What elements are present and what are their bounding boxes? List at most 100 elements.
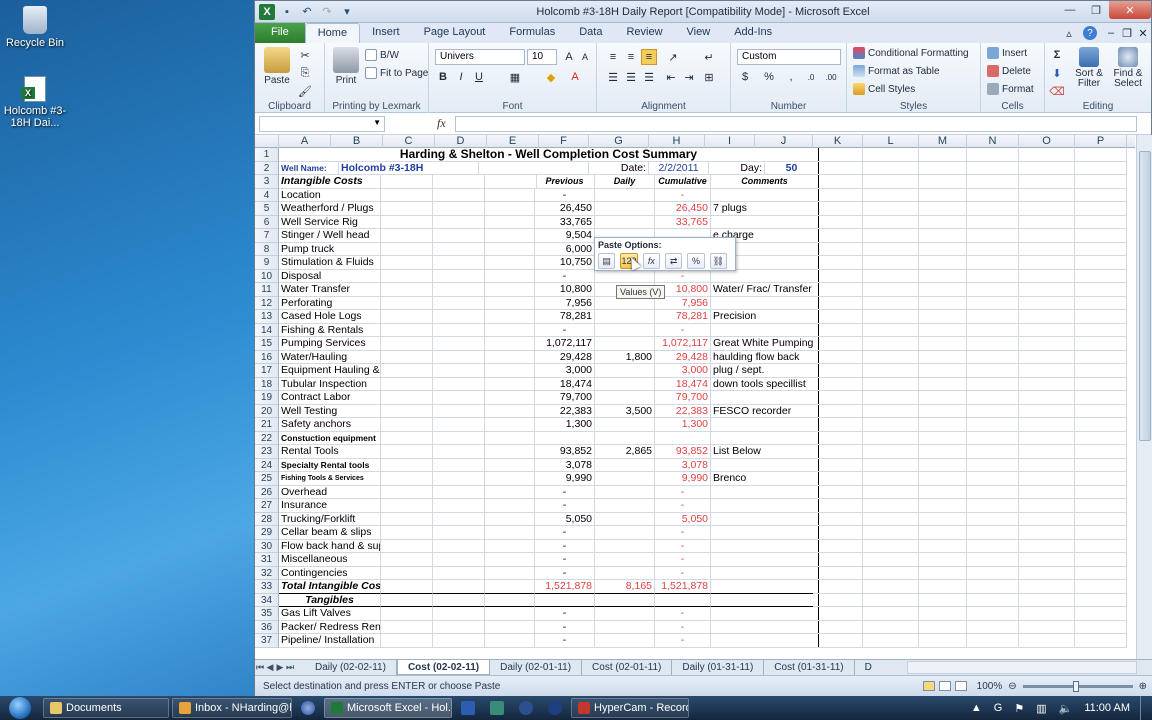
cost-item-label[interactable]: Miscellaneous	[279, 553, 381, 567]
cost-item-label[interactable]: Stimulation & Fluids	[279, 256, 381, 270]
sort-filter-button[interactable]: Sort & Filter	[1071, 47, 1107, 89]
format-cells-button[interactable]: Format	[987, 83, 1034, 95]
cell[interactable]	[485, 458, 535, 472]
cost-item-label[interactable]: Water/Hauling	[279, 350, 381, 364]
comma-style-icon[interactable]: ,	[783, 69, 799, 85]
comment-value[interactable]	[711, 458, 819, 472]
header-cumulative[interactable]: Cumulative	[655, 175, 711, 189]
cell[interactable]	[433, 620, 485, 634]
cell[interactable]	[919, 485, 967, 499]
cell[interactable]	[1019, 256, 1075, 270]
cell[interactable]	[433, 404, 485, 418]
cumulative-value[interactable]: -	[655, 634, 711, 648]
taskbar-app-3[interactable]	[542, 698, 568, 718]
cell[interactable]	[433, 553, 485, 567]
taskbar-word[interactable]	[455, 698, 481, 718]
cell[interactable]	[485, 202, 535, 216]
row-header[interactable]: 28	[255, 512, 279, 526]
cell[interactable]	[433, 215, 485, 229]
cell[interactable]	[863, 242, 919, 256]
previous-value[interactable]: -	[535, 188, 595, 202]
header-daily[interactable]: Daily	[595, 175, 655, 189]
decrease-indent-icon[interactable]: ⇤	[663, 69, 679, 85]
cell[interactable]	[813, 188, 863, 202]
row-header[interactable]: 16	[255, 350, 279, 364]
taskbar-documents[interactable]: Documents	[43, 698, 169, 718]
cell[interactable]	[967, 458, 1019, 472]
sheet-tab-cost-01-31-11[interactable]: Cost (01-31-11)	[764, 660, 855, 675]
cell[interactable]	[1075, 634, 1127, 648]
cell[interactable]	[863, 512, 919, 526]
cell[interactable]	[967, 593, 1019, 607]
cell[interactable]	[1019, 458, 1075, 472]
cell[interactable]	[433, 269, 485, 283]
italic-icon[interactable]: I	[453, 69, 469, 85]
cell[interactable]	[433, 593, 485, 607]
row-header[interactable]: 3	[255, 175, 279, 189]
cell[interactable]	[863, 188, 919, 202]
previous-value[interactable]: 29,428	[535, 350, 595, 364]
day-value[interactable]: 50	[765, 161, 819, 175]
header-intangible-costs[interactable]: Intangible Costs	[279, 175, 381, 189]
row-header[interactable]: 30	[255, 539, 279, 553]
cell[interactable]	[1075, 242, 1127, 256]
cell[interactable]	[1019, 607, 1075, 621]
cell[interactable]	[813, 283, 863, 297]
cell[interactable]	[1019, 350, 1075, 364]
cell[interactable]	[919, 215, 967, 229]
cell[interactable]	[1019, 269, 1075, 283]
cell[interactable]	[433, 634, 485, 648]
bw-checkbox[interactable]: B/W	[365, 49, 399, 61]
cell[interactable]	[433, 229, 485, 243]
cell[interactable]	[863, 620, 919, 634]
paste-formatting-icon[interactable]: %	[687, 253, 705, 269]
cell[interactable]	[919, 553, 967, 567]
cell[interactable]	[919, 526, 967, 540]
cell[interactable]	[967, 526, 1019, 540]
cell[interactable]	[919, 391, 967, 405]
cell[interactable]	[1075, 215, 1127, 229]
find-select-button[interactable]: Find & Select	[1109, 47, 1147, 89]
daily-value[interactable]	[595, 391, 655, 405]
comment-value[interactable]	[711, 188, 819, 202]
cell[interactable]	[863, 269, 919, 283]
copy-icon[interactable]: ⎘	[297, 65, 313, 81]
cell[interactable]	[485, 418, 535, 432]
cell[interactable]	[485, 580, 535, 594]
cell[interactable]	[813, 445, 863, 459]
bold-icon[interactable]: B	[435, 69, 451, 85]
cost-item-label[interactable]: Insurance	[279, 499, 381, 513]
daily-value[interactable]	[595, 566, 655, 580]
row-header[interactable]: 18	[255, 377, 279, 391]
cell[interactable]	[919, 418, 967, 432]
row-header[interactable]: 13	[255, 310, 279, 324]
name-box-dropdown-icon[interactable]: ▼	[373, 118, 381, 127]
cell[interactable]	[813, 526, 863, 540]
cell[interactable]	[485, 539, 535, 553]
cell[interactable]	[1019, 391, 1075, 405]
previous-value[interactable]: 1,072,117	[535, 337, 595, 351]
cell[interactable]	[813, 377, 863, 391]
comment-value[interactable]	[711, 391, 819, 405]
first-sheet-icon[interactable]: ⏮	[255, 662, 265, 673]
cell[interactable]	[1075, 310, 1127, 324]
cell[interactable]	[967, 229, 1019, 243]
cell[interactable]	[1019, 215, 1075, 229]
cell[interactable]	[1075, 607, 1127, 621]
cell[interactable]	[919, 580, 967, 594]
cell[interactable]	[967, 269, 1019, 283]
daily-value[interactable]	[595, 553, 655, 567]
cell[interactable]	[1019, 148, 1075, 162]
cell[interactable]	[813, 499, 863, 513]
cell[interactable]	[967, 310, 1019, 324]
comment-value[interactable]: 7 plugs	[711, 202, 819, 216]
cell[interactable]	[1019, 566, 1075, 580]
cell[interactable]	[1075, 391, 1127, 405]
cost-item-label[interactable]: Tubular Inspection	[279, 377, 381, 391]
previous-value[interactable]: 3,000	[535, 364, 595, 378]
comment-value[interactable]	[711, 296, 819, 310]
comment-value[interactable]	[711, 580, 819, 594]
comment-value[interactable]: Great White Pumping	[711, 337, 819, 351]
cell[interactable]	[813, 229, 863, 243]
cell[interactable]	[919, 175, 967, 189]
